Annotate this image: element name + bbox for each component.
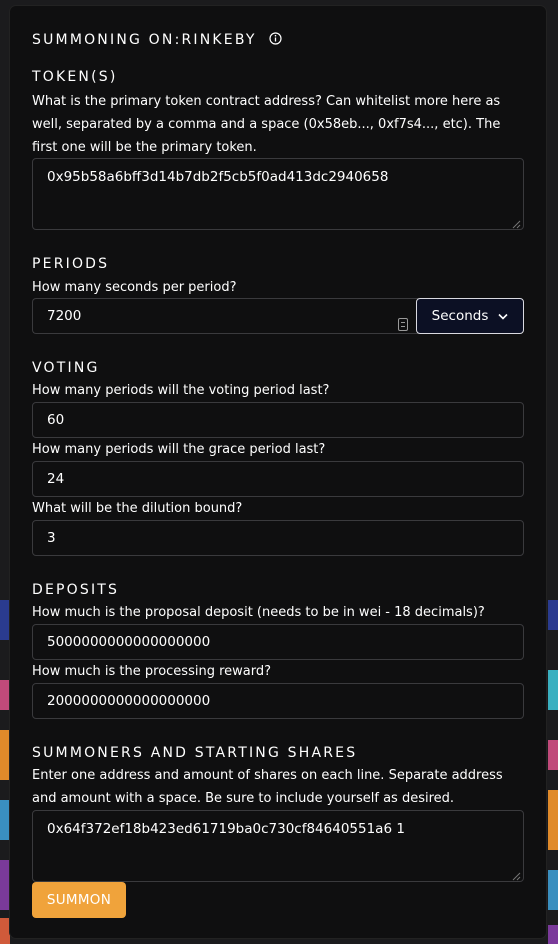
period-duration-input[interactable]: 7200 (32, 298, 418, 334)
period-unit-label: Seconds (431, 308, 489, 324)
proposal-deposit-value: 5000000000000000000 (47, 634, 211, 650)
dilution-bound-input[interactable]: 3 (32, 520, 524, 556)
grace-period-value: 24 (47, 471, 65, 487)
resize-grip-icon[interactable] (511, 217, 521, 229)
resize-grip-icon[interactable] (511, 869, 521, 881)
summoners-textarea[interactable]: 0x64f372ef18b423ed61719ba0c730cf84640551… (32, 810, 524, 882)
stepper-icon[interactable] (398, 310, 408, 344)
voting-section-title: VOTING (32, 360, 100, 376)
form-header: SUMMONING ON:RINKEBY (32, 32, 282, 49)
grace-period-input[interactable]: 24 (32, 461, 524, 497)
processing-reward-value: 2000000000000000000 (47, 693, 211, 709)
processing-reward-help: How much is the processing reward? (32, 664, 272, 679)
summon-button[interactable]: SUMMON (32, 882, 126, 918)
summoners-section-title: SUMMONERS AND STARTING SHARES (32, 745, 358, 761)
periods-section-title: PERIODS (32, 256, 110, 272)
voting-period-help: How many periods will the voting period … (32, 383, 330, 398)
token-address-value: 0x95b58a6bff3d14b7db2f5cb5f0ad413dc29406… (47, 169, 389, 185)
voting-period-input[interactable]: 60 (32, 402, 524, 438)
dilution-bound-help: What will be the dilution bound? (32, 501, 243, 516)
deposits-section-title: DEPOSITS (32, 582, 120, 598)
chevron-down-icon (498, 308, 508, 324)
processing-reward-input[interactable]: 2000000000000000000 (32, 683, 524, 719)
summoners-help-text: Enter one address and amount of shares o… (32, 768, 503, 806)
proposal-deposit-help: How much is the proposal deposit (needs … (32, 605, 485, 620)
summon-form-panel: SUMMONING ON:RINKEBY TOKEN(S) What is th… (10, 6, 546, 938)
periods-help-text: How many seconds per period? (32, 280, 237, 295)
background-pattern-left (0, 0, 10, 944)
info-circle-icon[interactable] (269, 32, 282, 49)
dilution-bound-value: 3 (47, 530, 56, 546)
proposal-deposit-input[interactable]: 5000000000000000000 (32, 624, 524, 660)
period-unit-select[interactable]: Seconds (416, 298, 524, 334)
token-help-text: What is the primary token contract addre… (32, 94, 501, 155)
voting-period-value: 60 (47, 412, 65, 428)
token-section-title: TOKEN(S) (32, 69, 118, 85)
background-pattern-right (548, 0, 558, 944)
token-address-textarea[interactable]: 0x95b58a6bff3d14b7db2f5cb5f0ad413dc29406… (32, 158, 524, 230)
period-duration-value: 7200 (47, 308, 82, 324)
summoners-value: 0x64f372ef18b423ed61719ba0c730cf84640551… (47, 821, 405, 837)
form-title: SUMMONING ON:RINKEBY (32, 32, 257, 48)
grace-period-help: How many periods will the grace period l… (32, 442, 326, 457)
